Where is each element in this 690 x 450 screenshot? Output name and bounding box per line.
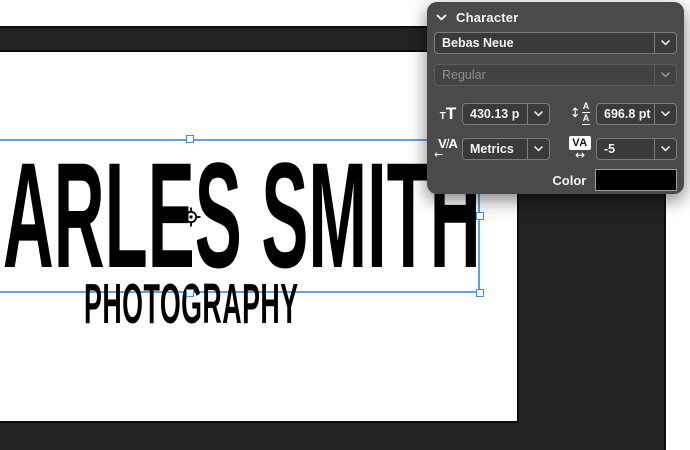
chevron-down-icon[interactable] (654, 104, 676, 124)
leading-icon[interactable]: ↕ AA (564, 102, 596, 125)
panel-collapse-chevron-icon[interactable] (436, 14, 447, 21)
font-size-icon[interactable]: TT (434, 105, 462, 122)
color-label: Color (434, 173, 595, 188)
leading-value: 696.8 pt (597, 107, 654, 121)
font-size-value: 430.13 p (463, 107, 527, 121)
tracking-icon[interactable]: VA ↔ (564, 136, 596, 161)
chevron-down-icon[interactable] (654, 139, 676, 159)
font-style-value: Regular (435, 68, 654, 82)
tracking-field[interactable]: -5 (596, 138, 677, 160)
chevron-down-icon (654, 65, 676, 85)
kerning-field[interactable]: Metrics (462, 138, 550, 160)
canvas-subtitle-text[interactable]: PHOTOGRAPHY (84, 276, 299, 333)
panel-title: Character (456, 10, 519, 25)
tracking-value: -5 (597, 142, 654, 156)
font-family-select[interactable]: Bebas Neue (434, 32, 677, 54)
chevron-down-icon[interactable] (527, 104, 549, 124)
color-swatch[interactable] (595, 169, 677, 191)
selection-handle-bottom-center[interactable] (186, 289, 194, 297)
leading-field[interactable]: 696.8 pt (596, 103, 677, 125)
selection-handle-middle-right[interactable] (476, 212, 484, 220)
chevron-down-icon[interactable] (654, 33, 676, 53)
reference-point-icon[interactable] (178, 204, 204, 230)
selection-handle-top-center[interactable] (186, 135, 194, 143)
chevron-down-icon[interactable] (527, 139, 549, 159)
character-panel: Character Bebas Neue Regular TT 430.13 p (427, 2, 684, 194)
font-family-value: Bebas Neue (435, 36, 654, 50)
panel-header: Character (427, 2, 684, 29)
font-style-select[interactable]: Regular (434, 64, 677, 86)
font-size-field[interactable]: 430.13 p (462, 103, 550, 125)
kerning-icon[interactable]: V/A ← (434, 137, 462, 160)
selection-handle-bottom-right[interactable] (476, 289, 484, 297)
canvas-title-text[interactable]: CHARLES SMITH (0, 140, 481, 290)
kerning-value: Metrics (463, 142, 527, 156)
